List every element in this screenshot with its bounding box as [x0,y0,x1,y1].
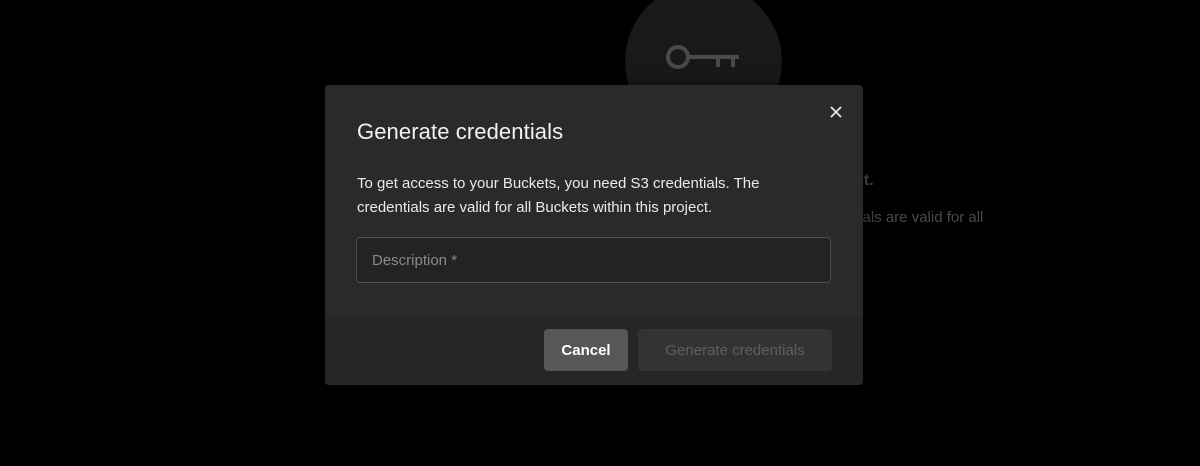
dialog-title: Generate credentials [357,119,564,144]
close-icon [830,106,842,118]
dialog-body: Generate credentials To get access to yo… [325,85,863,315]
description-field [356,237,831,283]
page: et. tials are valid for all Generate cre… [0,0,1200,466]
cancel-button[interactable]: Cancel [544,329,628,371]
generate-credentials-dialog: Generate credentials To get access to yo… [325,85,863,385]
generate-credentials-button[interactable]: Generate credentials [638,329,832,371]
dialog-description: To get access to your Buckets, you need … [357,175,760,216]
close-button[interactable] [825,101,847,123]
key-icon [666,45,739,69]
description-input[interactable] [357,238,830,282]
empty-state-text: tials are valid for all [855,209,984,226]
dialog-footer: Cancel Generate credentials [325,315,863,385]
